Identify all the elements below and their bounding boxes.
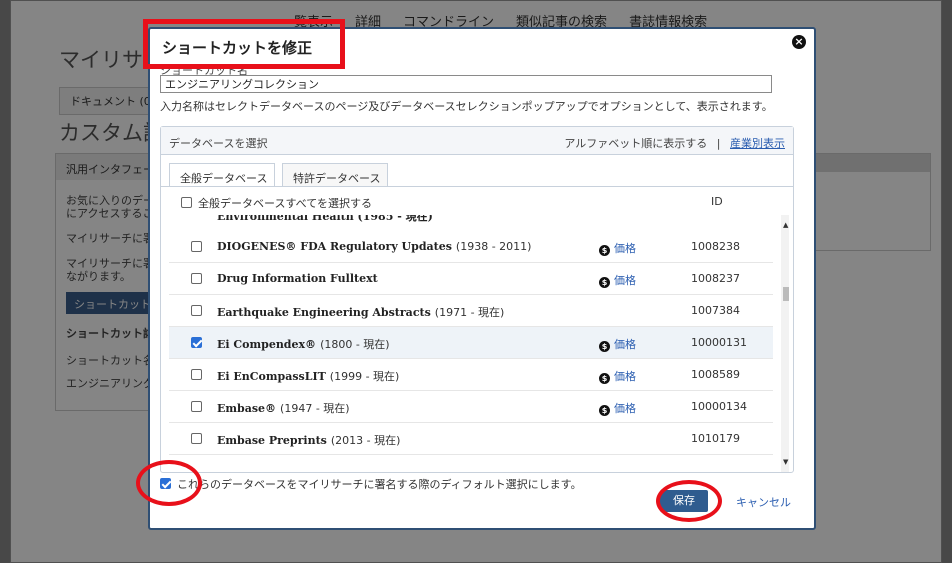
- database-selector-header: データベースを選択 アルファベット順に表示する | 産業別表示: [161, 127, 793, 155]
- price-link[interactable]: $ 価格: [599, 368, 636, 384]
- database-years: (1999 - 現在): [329, 370, 400, 383]
- cancel-link[interactable]: キャンセル: [736, 494, 791, 510]
- database-id: 10000134: [691, 400, 747, 413]
- database-years: (1947 - 現在): [280, 402, 350, 415]
- select-all-checkbox[interactable]: [181, 197, 192, 208]
- database-years: (2013 - 現在): [330, 434, 401, 447]
- database-name: Ei Compendex® (1800 - 現在): [217, 336, 390, 352]
- table-row[interactable]: Drug Information Fulltext $ 価格 1008237: [169, 263, 773, 295]
- table-row[interactable]: Earthquake Engineering Abstracts (1971 - …: [169, 295, 773, 327]
- annotation-circle: [136, 460, 202, 506]
- sort-options: アルファベット順に表示する | 産業別表示: [564, 135, 785, 151]
- dollar-icon: $: [599, 373, 610, 384]
- help-text: 入力名称はセレクトデータベースのページ及びデータベースセレクションポップアップで…: [160, 100, 773, 113]
- database-id: 1010179: [691, 432, 740, 445]
- select-all-label: 全般データベースすべてを選択する: [198, 197, 373, 210]
- database-select-label: データベースを選択: [169, 137, 268, 150]
- database-tab-panel: 全般データベースすべてを選択する ID Environmental Health…: [161, 186, 793, 472]
- database-checkbox[interactable]: [191, 337, 202, 348]
- price-link[interactable]: $ 価格: [599, 400, 636, 416]
- list-item: Environmental Health (1985 - 現在): [217, 215, 433, 223]
- database-checkbox[interactable]: [191, 433, 202, 444]
- database-title: DIOGENES® FDA Regulatory Updates: [217, 240, 452, 253]
- dollar-icon: $: [599, 405, 610, 416]
- database-years: (1800 - 現在): [320, 338, 390, 351]
- annotation-circle: [656, 480, 722, 522]
- database-checkbox[interactable]: [191, 369, 202, 380]
- table-row[interactable]: Ei Compendex® (1800 - 現在) $ 価格 10000131: [169, 327, 773, 359]
- tab-patent-databases[interactable]: 特許データベース: [282, 163, 388, 187]
- default-selection-label: これらのデータベースをマイリサーチに署名する際のディフォルト選択にします。: [177, 478, 582, 491]
- default-selection-row[interactable]: これらのデータベースをマイリサーチに署名する際のディフォルト選択にします。: [160, 476, 582, 492]
- dollar-icon: $: [599, 277, 610, 288]
- database-id: 1007384: [691, 304, 740, 317]
- database-list: Environmental Health (1985 - 現在) DIOGENE…: [169, 215, 789, 472]
- database-id: 10000131: [691, 336, 747, 349]
- database-title: Earthquake Engineering Abstracts: [217, 306, 431, 319]
- scroll-up-icon[interactable]: ▲: [783, 221, 788, 229]
- table-row[interactable]: Ei EnCompassLIT (1999 - 現在) $ 価格 1008589: [169, 359, 773, 391]
- scroll-thumb[interactable]: [783, 287, 789, 301]
- dollar-icon: $: [599, 341, 610, 352]
- price-label: 価格: [614, 338, 636, 351]
- price-link[interactable]: $ 価格: [599, 336, 636, 352]
- database-selector: データベースを選択 アルファベット順に表示する | 産業別表示 全般データベース…: [160, 126, 794, 473]
- database-name: Drug Information Fulltext: [217, 272, 382, 285]
- database-checkbox[interactable]: [191, 401, 202, 412]
- id-column-header: ID: [711, 195, 723, 208]
- price-label: 価格: [614, 370, 636, 383]
- database-checkbox[interactable]: [191, 241, 202, 252]
- database-name: Embase Preprints (2013 - 現在): [217, 432, 400, 448]
- select-all-row[interactable]: 全般データベースすべてを選択する: [181, 195, 372, 211]
- database-id: 1008237: [691, 272, 740, 285]
- table-row[interactable]: Embase® (1947 - 現在) $ 価格 10000134: [169, 391, 773, 423]
- database-checkbox[interactable]: [191, 305, 202, 316]
- table-row[interactable]: DIOGENES® FDA Regulatory Updates (1938 - …: [169, 231, 773, 263]
- scroll-down-icon[interactable]: ▼: [783, 458, 788, 466]
- database-id: 1008238: [691, 240, 740, 253]
- list-scrollbar[interactable]: ▲ ▼: [781, 215, 789, 472]
- tab-general-databases[interactable]: 全般データベース: [169, 163, 275, 187]
- annotation-box: [143, 19, 345, 69]
- close-icon[interactable]: ×: [792, 35, 806, 49]
- edit-shortcut-dialog: ショートカットを修正 × ショートカット名 入力名称はセレクトデータベースのペー…: [148, 27, 816, 530]
- database-name: Earthquake Engineering Abstracts (1971 - …: [217, 304, 504, 320]
- price-label: 価格: [614, 274, 636, 287]
- sort-separator: |: [716, 137, 721, 150]
- database-title: Ei EnCompassLIT: [217, 370, 326, 383]
- shortcut-name-input[interactable]: [160, 75, 772, 93]
- database-years: (1971 - 現在): [434, 306, 505, 319]
- dollar-icon: $: [599, 245, 610, 256]
- database-checkbox[interactable]: [191, 273, 202, 284]
- database-name: Ei EnCompassLIT (1999 - 現在): [217, 368, 399, 384]
- database-name: Embase® (1947 - 現在): [217, 400, 350, 416]
- database-id: 1008589: [691, 368, 740, 381]
- price-label: 価格: [614, 242, 636, 255]
- database-years: (1938 - 2011): [455, 240, 532, 253]
- database-title: Ei Compendex®: [217, 338, 317, 351]
- database-title: Embase Preprints: [217, 434, 327, 447]
- sort-alphabetical-link[interactable]: アルファベット順に表示する: [564, 137, 707, 150]
- database-title: Embase®: [217, 402, 277, 415]
- table-row[interactable]: Embase Preprints (2013 - 現在) 1010179: [169, 423, 773, 455]
- sort-by-industry-link[interactable]: 産業別表示: [730, 137, 785, 150]
- price-link[interactable]: $ 価格: [599, 240, 636, 256]
- price-link[interactable]: $ 価格: [599, 272, 636, 288]
- database-title: Drug Information Fulltext: [217, 272, 378, 285]
- price-label: 価格: [614, 402, 636, 415]
- database-name: DIOGENES® FDA Regulatory Updates (1938 - …: [217, 240, 531, 253]
